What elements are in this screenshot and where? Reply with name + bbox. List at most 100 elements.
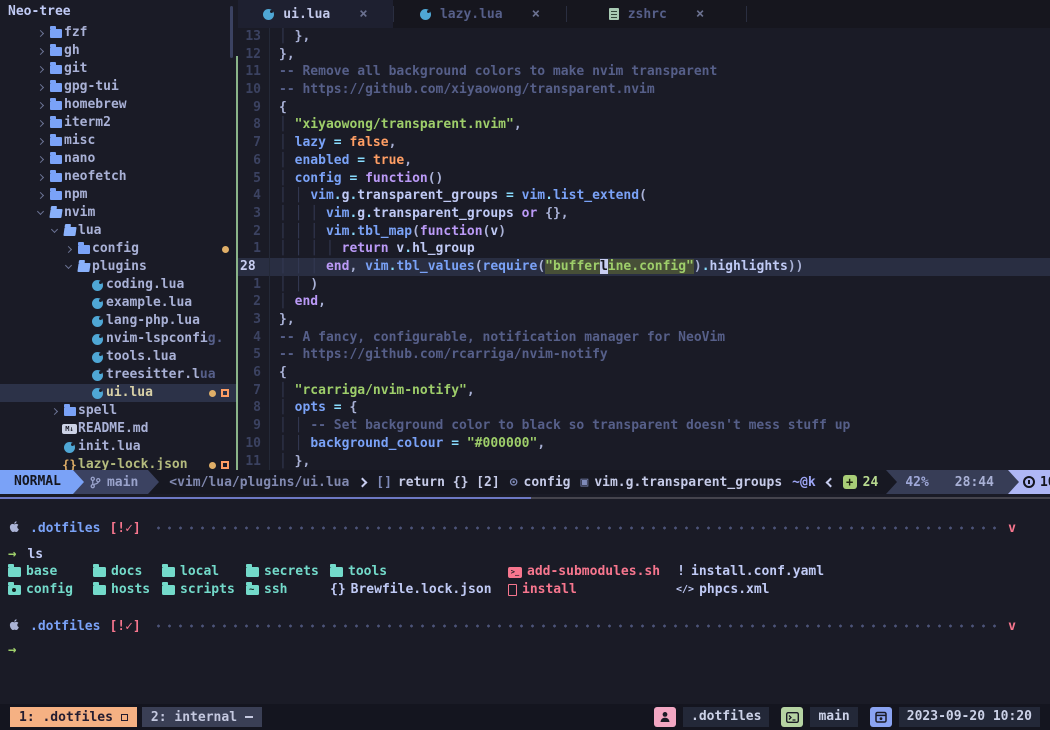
tree-item-gh[interactable]: gh xyxy=(0,42,237,60)
tree-item-nvim[interactable]: nvim xyxy=(0,204,237,222)
code-line[interactable]: 8│ opts = { xyxy=(238,399,1050,417)
chevron-right-icon[interactable] xyxy=(33,175,47,180)
tab-ui-lua[interactable]: ui.lua× xyxy=(238,0,393,28)
chevron-right-icon[interactable] xyxy=(47,409,61,414)
code-line[interactable]: 3│ │ │ vim.g.transparent_groups or {}, xyxy=(238,205,1050,223)
chevron-right-icon[interactable] xyxy=(33,121,47,126)
code-line[interactable]: 1│ │ ) xyxy=(238,276,1050,294)
tree-item-homebrew[interactable]: homebrew xyxy=(0,96,237,114)
code-line[interactable]: 2│ │ │ vim.tbl_map(function(v) xyxy=(238,223,1050,241)
tab-lazy-lua[interactable]: lazy.lua× xyxy=(394,0,566,28)
tree-item-neofetch[interactable]: neofetch xyxy=(0,168,237,186)
code-line[interactable]: 6│ enabled = true, xyxy=(238,152,1050,170)
tree-item-config[interactable]: config xyxy=(0,240,237,258)
code-line[interactable]: 2│ end, xyxy=(238,293,1050,311)
tree-item-gpg-tui[interactable]: gpg-tui xyxy=(0,78,237,96)
chevron-right-icon[interactable] xyxy=(33,85,47,90)
code-line[interactable]: 10-- https://github.com/xiyaowong/transp… xyxy=(238,81,1050,99)
code-line[interactable]: 11-- Remove all background colors to mak… xyxy=(238,63,1050,81)
tree-item-git[interactable]: git xyxy=(0,60,237,78)
terminal-pane[interactable]: .dotfiles[!✓]v → ls basedocslocalsecrets… xyxy=(0,499,1050,704)
tmux-status-label: main xyxy=(810,707,857,727)
tree-item-label: nvim xyxy=(64,204,95,222)
ls-entry-phpcs-xml: phpcs.xml xyxy=(676,581,1016,599)
tab-zshrc[interactable]: zshrc× xyxy=(567,0,746,28)
tree-item-init-lua[interactable]: init.lua xyxy=(0,438,237,456)
tree-item-spell[interactable]: spell xyxy=(0,402,237,420)
code-text: │ }, xyxy=(279,28,310,46)
tree-item-label: example.lua xyxy=(106,294,192,312)
code-line[interactable]: 7│ lazy = false, xyxy=(238,134,1050,152)
tree-item-label: init.lua xyxy=(78,438,141,456)
tmux-window-2-internal[interactable]: 2: internal xyxy=(142,707,262,727)
folder-icon xyxy=(47,173,64,182)
tree-item-nvim-lspconfi[interactable]: nvim-lspconfig. xyxy=(0,330,237,348)
chevron-right-icon[interactable] xyxy=(33,67,47,72)
code-line[interactable]: 10│ │ background_colour = "#000000", xyxy=(238,435,1050,453)
code-line[interactable]: 3}, xyxy=(238,311,1050,329)
tab-close-icon[interactable]: × xyxy=(359,6,367,22)
ls-entry-label: docs xyxy=(111,563,142,581)
breadcrumb-item: ⊙config xyxy=(510,475,571,490)
window-separator[interactable] xyxy=(236,56,238,470)
chevron-right-icon[interactable] xyxy=(33,103,47,108)
chevron-down-icon[interactable] xyxy=(33,212,47,214)
statusline: NORMAL main <vim/lua/plugins/ui.lua []re… xyxy=(0,470,1050,494)
folder-icon xyxy=(93,585,106,595)
chevron-right-icon[interactable] xyxy=(33,139,47,144)
code-line[interactable]: 6{ xyxy=(238,364,1050,382)
code-line[interactable]: 9│ │ -- Set background color to black so… xyxy=(238,417,1050,435)
tree-item-ui-lua[interactable]: ui.lua xyxy=(0,384,237,402)
code-line[interactable]: 7│ "rcarriga/nvim-notify", xyxy=(238,382,1050,400)
code-line[interactable]: 8│ "xiyaowong/transparent.nvim", xyxy=(238,116,1050,134)
code-text: │ │ │ end, vim.tbl_values(require("buffe… xyxy=(279,258,803,276)
breadcrumb-label: vim.g.transparent_groups xyxy=(594,475,782,490)
ls-entry-install-conf-yaml: install.conf.yaml xyxy=(676,563,1016,581)
code-editor-area[interactable]: 13│ },12},11-- Remove all background col… xyxy=(238,28,1050,470)
tree-item-label: neofetch xyxy=(64,168,127,186)
code-line[interactable]: 9{ xyxy=(238,99,1050,117)
tree-item-nano[interactable]: nano xyxy=(0,150,237,168)
code-line[interactable]: 4-- A fancy, configurable, notification … xyxy=(238,329,1050,347)
code-line[interactable]: 12}, xyxy=(238,46,1050,64)
code-line[interactable]: 5-- https://github.com/rcarriga/nvim-not… xyxy=(238,346,1050,364)
code-text: -- https://github.com/rcarriga/nvim-noti… xyxy=(279,346,608,364)
ls-entry-config: config xyxy=(8,581,93,599)
chevron-down-icon[interactable] xyxy=(47,230,61,232)
clock-segment: 10:20 xyxy=(1019,470,1050,494)
tree-item-example-lua[interactable]: example.lua xyxy=(0,294,237,312)
code-line[interactable]: 13│ }, xyxy=(238,28,1050,46)
user-icon xyxy=(654,707,676,727)
tmux-window-1-dotfiles[interactable]: 1: .dotfiles xyxy=(10,707,137,727)
tree-item-readme-md[interactable]: README.md xyxy=(0,420,237,438)
tree-item-treesitter-l[interactable]: treesitter.lua xyxy=(0,366,237,384)
tree-item-tools-lua[interactable]: tools.lua xyxy=(0,348,237,366)
code-line[interactable]: 4│ │ vim.g.transparent_groups = vim.list… xyxy=(238,187,1050,205)
tree-item-lazy-lock-json[interactable]: lazy-lock.json xyxy=(0,456,237,470)
chevron-right-icon[interactable] xyxy=(33,157,47,162)
tree-item-label: treesitter.l xyxy=(106,366,200,384)
chevron-right-icon[interactable] xyxy=(33,193,47,198)
tree-item-lang-php-lua[interactable]: lang-php.lua xyxy=(0,312,237,330)
code-line[interactable]: 28│ │ │ end, vim.tbl_values(require("buf… xyxy=(238,258,1050,276)
tree-item-iterm2[interactable]: iterm2 xyxy=(0,114,237,132)
chevron-right-icon[interactable] xyxy=(33,49,47,54)
code-line[interactable]: 5│ config = function() xyxy=(238,170,1050,188)
tab-close-icon[interactable]: × xyxy=(532,6,540,22)
tree-item-misc[interactable]: misc xyxy=(0,132,237,150)
prompt-git-status: [!✓] xyxy=(109,619,140,634)
tree-item-fzf[interactable]: fzf xyxy=(0,24,237,42)
neotree-scrollbar-thumb[interactable] xyxy=(230,6,233,58)
chevron-right-icon[interactable] xyxy=(33,31,47,36)
tab-close-icon[interactable]: × xyxy=(696,6,704,22)
chevron-down-icon[interactable] xyxy=(61,266,75,268)
code-line[interactable]: 1│ │ │ │ return v.hl_group xyxy=(238,240,1050,258)
tree-item-plugins[interactable]: plugins xyxy=(0,258,237,276)
tree-item-coding-lua[interactable]: coding.lua xyxy=(0,276,237,294)
tree-item-npm[interactable]: npm xyxy=(0,186,237,204)
shell-prompt: .dotfiles[!✓]v xyxy=(8,519,1016,537)
chevron-right-icon[interactable] xyxy=(61,247,75,252)
folder-icon xyxy=(47,29,64,38)
code-line[interactable]: 11│ }, xyxy=(238,453,1050,471)
tree-item-lua[interactable]: lua xyxy=(0,222,237,240)
